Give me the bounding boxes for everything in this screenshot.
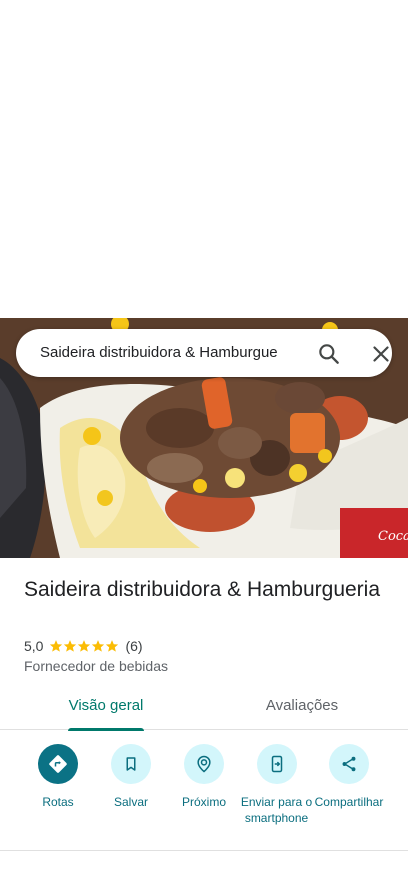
tab-overview[interactable]: Visão geral xyxy=(52,686,160,731)
tab-reviews-label: Avaliações xyxy=(265,697,339,714)
nearby-button[interactable]: Próximo xyxy=(168,744,240,810)
send-to-phone-button[interactable]: Enviar para o smartphone xyxy=(240,744,313,826)
directions-button[interactable]: Rotas xyxy=(22,744,94,810)
search-bar[interactable]: Saideira distribuidora & Hamburgue xyxy=(16,329,392,377)
place-category: Fornecedor de bebidas xyxy=(24,658,168,674)
review-count[interactable]: (6) xyxy=(125,638,142,654)
share-button[interactable]: Compartilhar xyxy=(313,744,385,810)
search-icon[interactable] xyxy=(316,341,342,367)
share-label: Compartilhar xyxy=(314,795,384,809)
place-title: Saideira distribuidora & Hamburgueria xyxy=(24,578,381,601)
send-to-phone-label: Enviar para o smartphone xyxy=(240,795,313,825)
star-icon xyxy=(78,640,91,652)
directions-icon xyxy=(38,744,78,784)
star-rating xyxy=(49,639,119,653)
search-input[interactable]: Saideira distribuidora & Hamburgue xyxy=(40,343,290,363)
rating-value: 5,0 xyxy=(24,638,44,654)
action-row: Rotas Salvar Próximo Enviar para o smart… xyxy=(0,744,408,844)
bookmark-icon xyxy=(111,744,151,784)
directions-label: Rotas xyxy=(42,795,74,809)
close-icon[interactable] xyxy=(368,341,394,367)
star-icon xyxy=(92,640,105,652)
star-icon xyxy=(106,640,119,652)
divider xyxy=(0,850,408,851)
svg-text:Coca: Coca xyxy=(378,529,408,544)
tab-bar: Visão geral Avaliações xyxy=(0,686,408,731)
place-sheet: Coca Saideira distribuidora & Hamburgue … xyxy=(0,0,408,874)
tab-reviews[interactable]: Avaliações xyxy=(248,686,356,730)
rating-row[interactable]: 5,0 (6) xyxy=(24,637,143,655)
nearby-label: Próximo xyxy=(181,795,226,809)
star-icon xyxy=(50,640,63,652)
tab-overview-label: Visão geral xyxy=(68,697,144,714)
save-button[interactable]: Salvar xyxy=(95,744,167,810)
active-tab-indicator xyxy=(68,728,144,731)
share-icon xyxy=(329,744,369,784)
save-label: Salvar xyxy=(113,795,148,809)
nearby-icon xyxy=(184,744,224,784)
star-icon xyxy=(64,640,77,652)
send-to-phone-icon xyxy=(256,744,297,784)
